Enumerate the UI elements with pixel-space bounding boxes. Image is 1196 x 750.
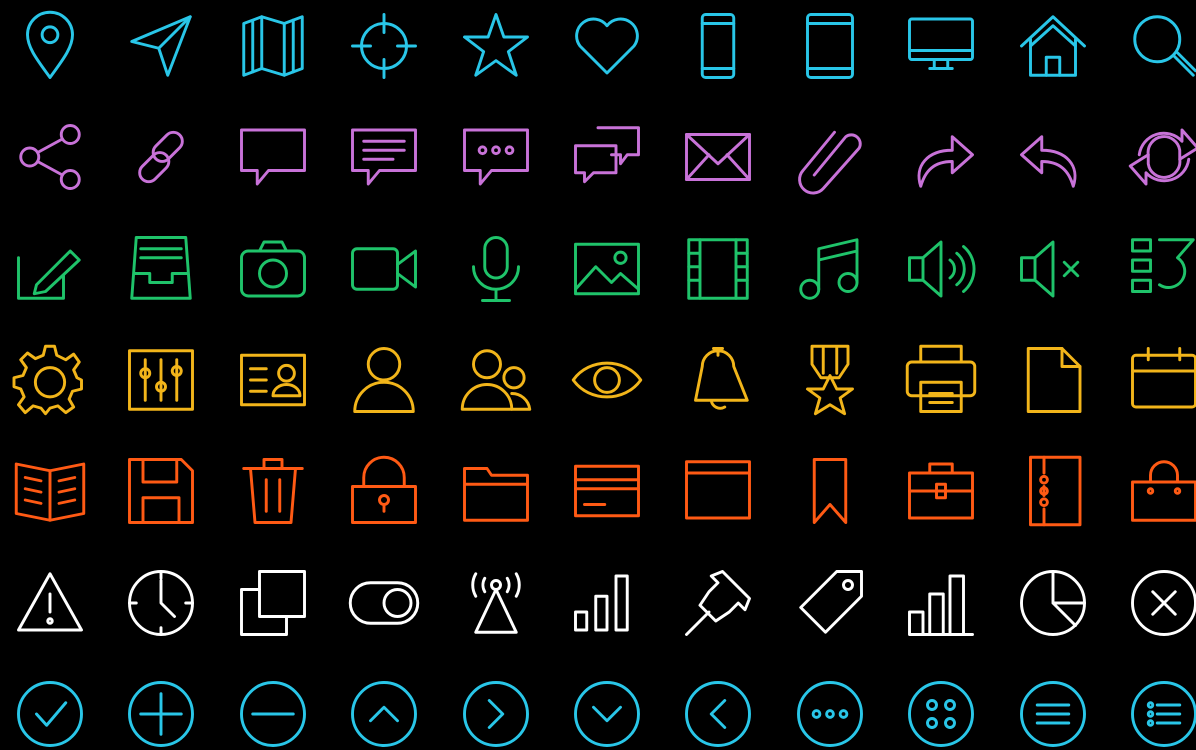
price-tag-icon <box>794 567 863 634</box>
duplicate-icon <box>237 567 306 636</box>
star-icon <box>460 10 529 77</box>
signal-bars-icon <box>571 567 635 631</box>
search-icon <box>1128 10 1196 77</box>
chevron-up-circle-icon <box>348 678 418 747</box>
volume-mute-icon <box>1017 233 1081 298</box>
speech-bubble-icon <box>237 121 306 186</box>
reply-arrow-icon <box>1017 121 1081 189</box>
eye-icon <box>571 344 643 408</box>
playlist-icon <box>1128 233 1195 297</box>
shopping-bag-icon <box>1128 455 1196 522</box>
medal-icon <box>794 344 858 416</box>
bell-icon <box>682 344 750 410</box>
browser-window-icon <box>682 455 752 520</box>
mixer-sliders-icon <box>125 344 195 411</box>
minus-circle-icon <box>237 678 306 747</box>
chevron-right-circle-icon <box>460 678 529 747</box>
credit-card-icon <box>571 455 640 519</box>
close-circle-icon <box>1128 567 1196 636</box>
edit-icon <box>14 233 81 300</box>
briefcase-icon <box>905 455 975 520</box>
plus-circle-icon <box>125 678 195 747</box>
paperclip-icon <box>794 121 862 195</box>
folder-icon <box>460 455 529 522</box>
image-icon <box>571 233 640 297</box>
share-icon <box>14 121 81 191</box>
home-icon <box>1017 10 1086 77</box>
microphone-icon <box>460 233 524 302</box>
floppy-disk-icon <box>125 455 195 525</box>
monitor-icon <box>905 10 975 74</box>
document-icon <box>1017 344 1082 413</box>
link-icon <box>125 121 189 185</box>
calendar-icon <box>1128 344 1196 409</box>
bookmark-icon <box>794 455 858 525</box>
trash-can-icon <box>237 455 304 525</box>
check-circle-icon <box>14 678 83 747</box>
broadcast-tower-icon <box>460 567 524 634</box>
clock-icon <box>125 567 195 636</box>
refresh-icon <box>1128 121 1196 186</box>
open-book-icon <box>14 455 86 522</box>
notebook-icon <box>1017 455 1082 527</box>
text-message-icon <box>348 121 418 186</box>
printer-icon <box>905 344 977 413</box>
conversation-icon <box>571 121 640 185</box>
crosshair-icon <box>348 10 418 79</box>
envelope-icon <box>682 121 752 185</box>
typing-message-icon <box>460 121 529 186</box>
volume-on-icon <box>905 233 976 298</box>
more-horizontal-circle-icon <box>794 678 863 747</box>
toggle-switch-icon <box>348 567 420 631</box>
bar-chart-icon <box>905 567 975 636</box>
menu-circle-icon <box>1017 678 1086 747</box>
send-icon <box>125 10 193 77</box>
push-pin-icon <box>682 567 752 636</box>
heart-icon <box>571 10 639 75</box>
user-icon <box>348 344 415 413</box>
grid-dots-circle-icon <box>905 678 975 747</box>
tablet-icon <box>794 10 858 79</box>
icon-grid <box>0 0 1196 747</box>
film-strip-icon <box>682 233 750 300</box>
pie-chart-icon <box>1017 567 1086 636</box>
location-pin-icon <box>14 10 78 79</box>
music-note-icon <box>794 233 859 300</box>
smartphone-icon <box>682 10 746 79</box>
forward-arrow-icon <box>905 121 975 189</box>
map-icon <box>237 10 304 77</box>
users-icon <box>460 344 531 411</box>
video-camera-icon <box>348 233 418 297</box>
gear-icon <box>12 344 83 416</box>
inbox-tray-icon <box>125 233 193 300</box>
list-circle-icon <box>1128 678 1196 747</box>
id-card-icon <box>237 344 306 408</box>
chevron-down-circle-icon <box>571 678 640 747</box>
warning-icon <box>14 567 83 631</box>
camera-icon <box>237 233 306 298</box>
chevron-left-circle-icon <box>682 678 752 747</box>
lock-icon <box>348 455 418 525</box>
